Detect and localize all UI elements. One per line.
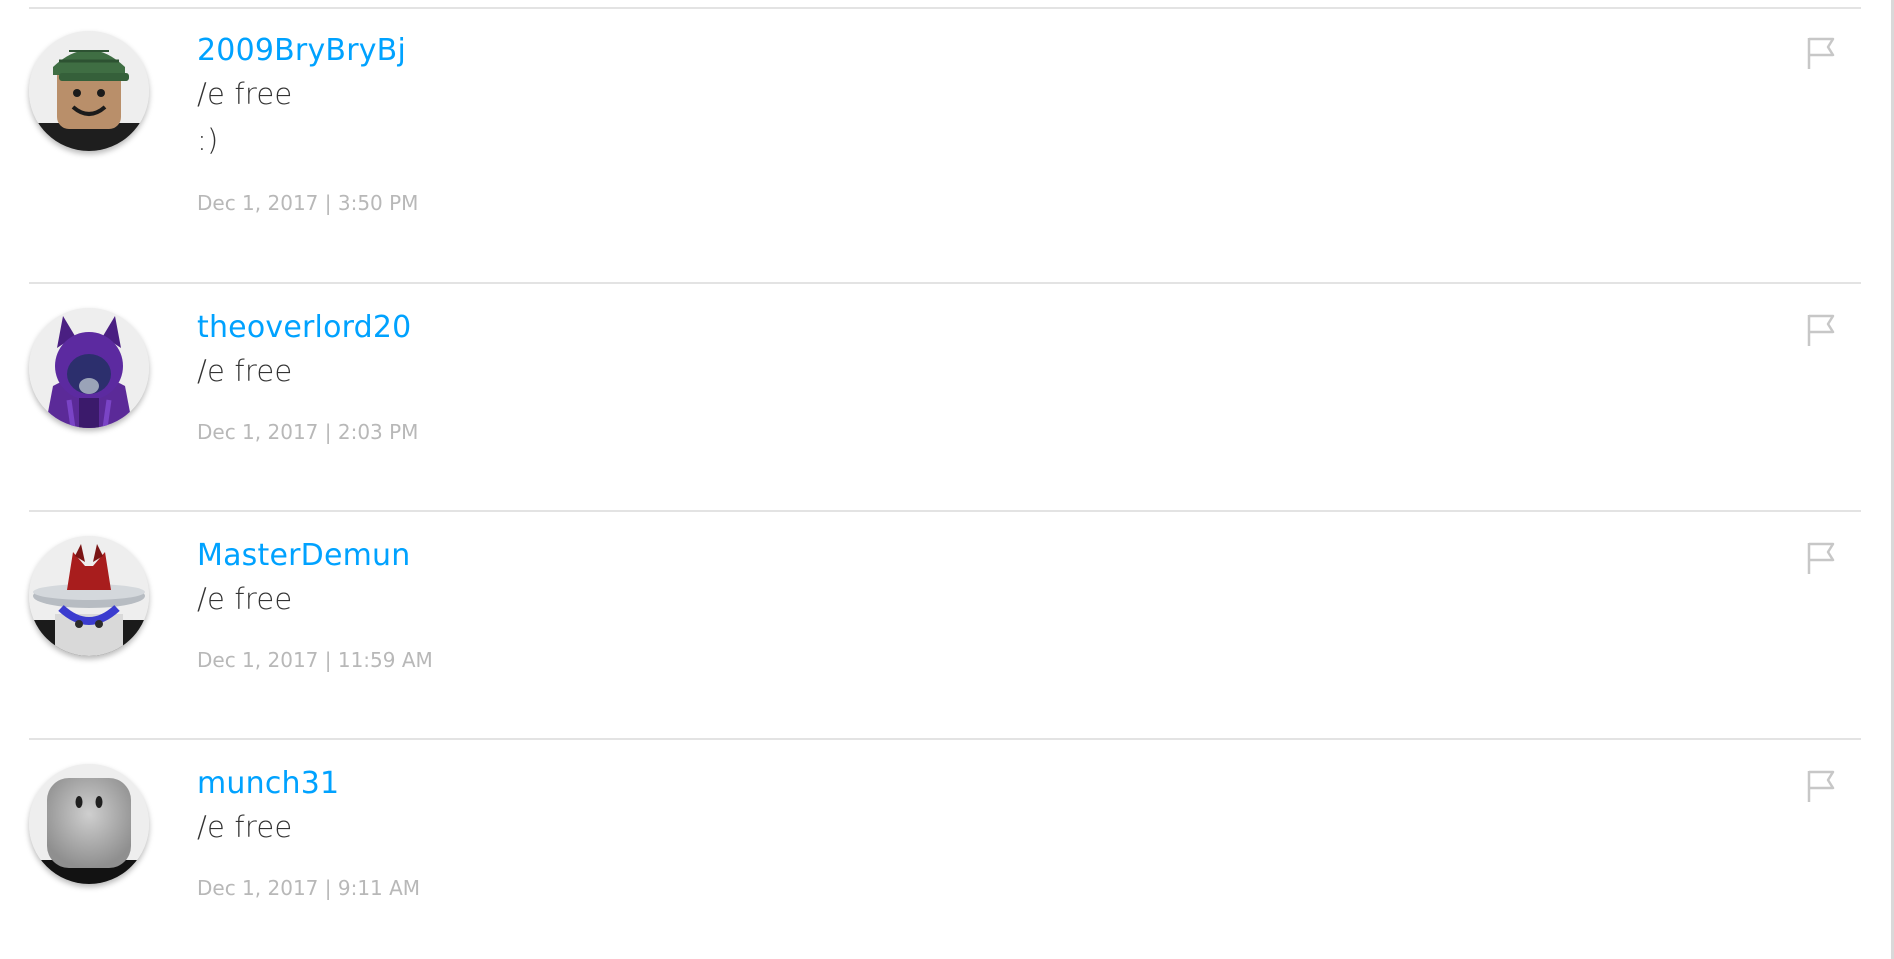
comment-timestamp: Dec 1, 2017 | 3:50 PM (197, 191, 419, 215)
comment-text: /e free (197, 582, 293, 616)
comment-text: /e free (197, 77, 293, 111)
avatar-gray-head-icon[interactable] (29, 764, 149, 884)
comment-content: 2009BryBryBj /e free :) Dec 1, 2017 | 3:… (197, 31, 1781, 217)
comment-timestamp: Dec 1, 2017 | 11:59 AM (197, 648, 433, 672)
comment-content: theoverlord20 /e free Dec 1, 2017 | 2:03… (197, 308, 1781, 446)
flag-icon[interactable] (1806, 541, 1836, 575)
comment-text: /e free (197, 354, 293, 388)
comment-content: MasterDemun /e free Dec 1, 2017 | 11:59 … (197, 536, 1781, 674)
comment-list: 2009BryBryBj /e free :) Dec 1, 2017 | 3:… (29, 7, 1861, 959)
flag-icon[interactable] (1806, 313, 1836, 347)
comment-item: theoverlord20 /e free Dec 1, 2017 | 2:03… (29, 284, 1861, 512)
comment-username-link[interactable]: theoverlord20 (197, 308, 411, 348)
comment-content: munch31 /e free Dec 1, 2017 | 9:11 AM (197, 764, 1781, 902)
comment-text: /e free (197, 810, 293, 844)
avatar-green-cap-icon[interactable] (29, 31, 149, 151)
comment-username-link[interactable]: munch31 (197, 764, 339, 804)
comment-item: munch31 /e free Dec 1, 2017 | 9:11 AM (29, 740, 1861, 959)
avatar-ufo-hat-icon[interactable] (29, 536, 149, 656)
avatar-purple-hood-icon[interactable] (29, 308, 149, 428)
comment-item: 2009BryBryBj /e free :) Dec 1, 2017 | 3:… (29, 7, 1861, 284)
comment-text: :) (197, 123, 219, 157)
comment-item: MasterDemun /e free Dec 1, 2017 | 11:59 … (29, 512, 1861, 740)
flag-icon[interactable] (1806, 769, 1836, 803)
comments-page: 2009BryBryBj /e free :) Dec 1, 2017 | 3:… (0, 0, 1894, 959)
comment-username-link[interactable]: MasterDemun (197, 536, 410, 576)
flag-icon[interactable] (1806, 36, 1836, 70)
comment-username-link[interactable]: 2009BryBryBj (197, 31, 406, 71)
comment-timestamp: Dec 1, 2017 | 9:11 AM (197, 876, 421, 900)
comment-timestamp: Dec 1, 2017 | 2:03 PM (197, 420, 419, 444)
